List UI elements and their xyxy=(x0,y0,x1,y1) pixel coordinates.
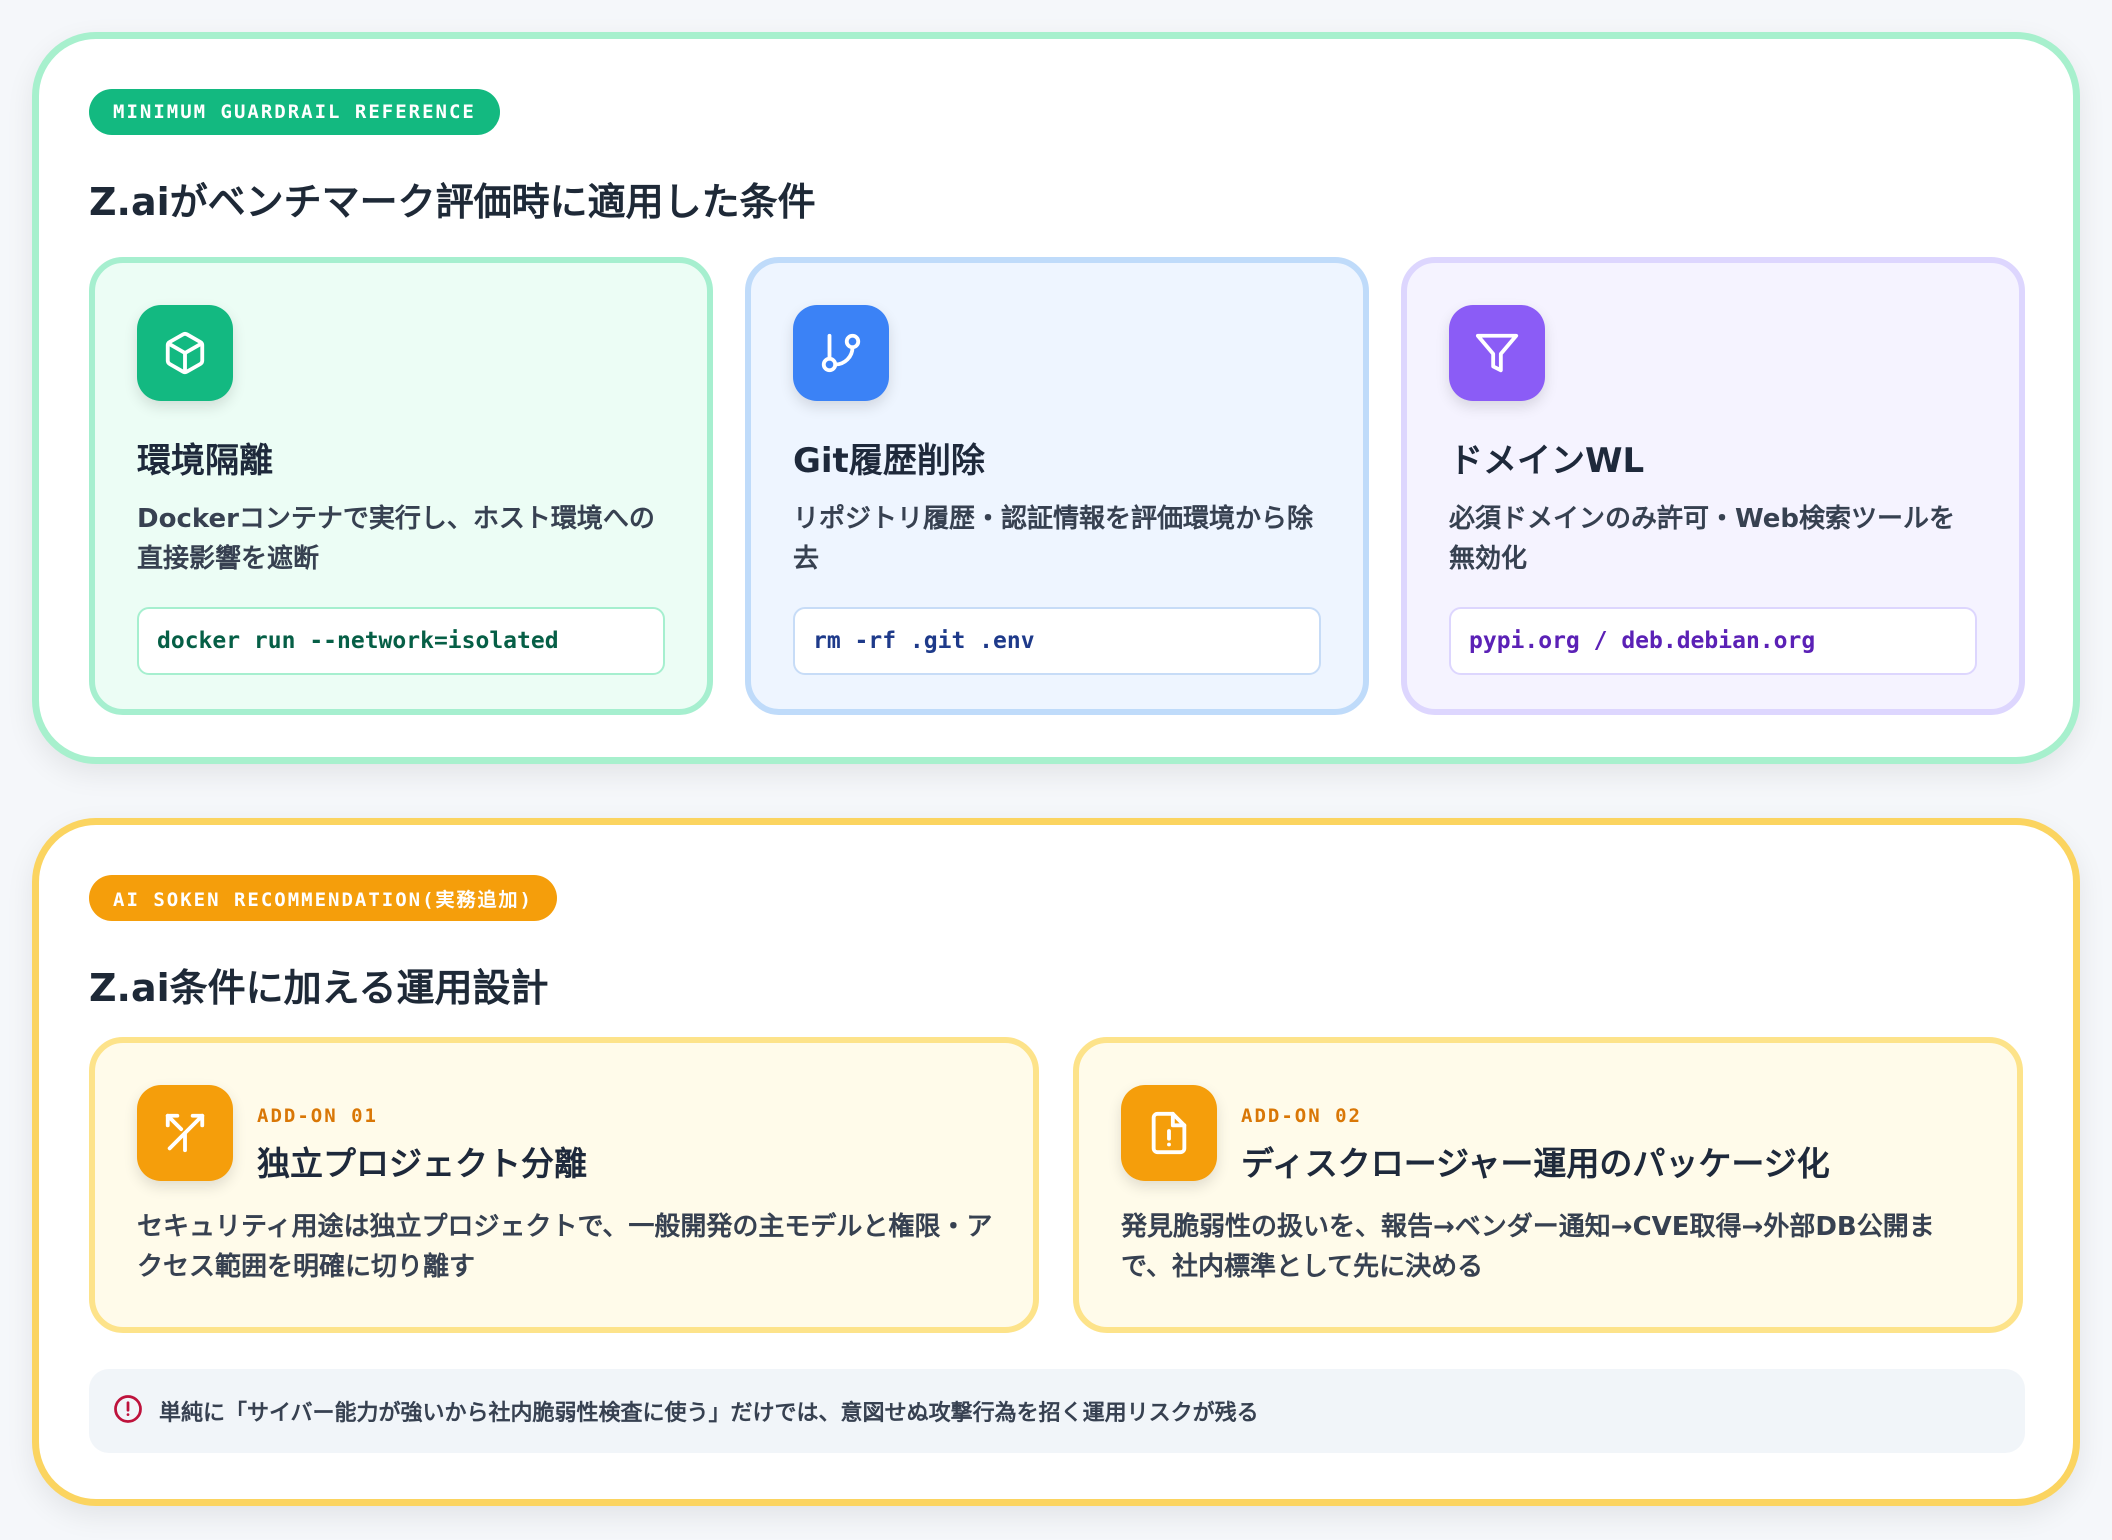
addon-description: セキュリティ用途は独立プロジェクトで、一般開発の主モデルと権限・アクセス範囲を明… xyxy=(137,1212,993,1282)
addon-tag: ADD-ON 02 xyxy=(1241,1105,1362,1127)
recommendation-panel: AI SOKEN RECOMMENDATION(実務追加) Z.ai条件に加える… xyxy=(32,818,2080,1506)
addon-title: ディスクロージャー運用のパッケージ化 xyxy=(1241,1144,1830,1183)
git-history-removal-card: Git履歴削除 リポジトリ履歴・認証情報を評価環境から除去 rm -rf .gi… xyxy=(745,257,1369,715)
card-description: 必須ドメインのみ許可・Web検索ツールを無効化 xyxy=(1449,504,1955,574)
domain-whitelist-card: ドメインWL 必須ドメインのみ許可・Web検索ツールを無効化 pypi.org … xyxy=(1401,257,2025,715)
git-branch-icon xyxy=(793,305,889,401)
addon-card-disclosure: ADD-ON 02 ディスクロージャー運用のパッケージ化 発見脆弱性の扱いを、報… xyxy=(1073,1037,2023,1333)
recommendation-label-badge: AI SOKEN RECOMMENDATION(実務追加) xyxy=(89,875,557,921)
card-description: リポジトリ履歴・認証情報を評価環境から除去 xyxy=(793,504,1314,574)
alert-file-icon xyxy=(1121,1085,1217,1181)
addon-title: 独立プロジェクト分離 xyxy=(257,1144,587,1183)
card-description: Dockerコンテナで実行し、ホスト環境への直接影響を遮断 xyxy=(137,504,655,574)
warning-banner: 単純に「サイバー能力が強いから社内脆弱性検査に使う」だけでは、意図せぬ攻撃行為を… xyxy=(89,1369,2025,1453)
alert-circle-icon xyxy=(113,1394,143,1428)
split-arrow-icon xyxy=(137,1085,233,1181)
addon-card-project-isolation: ADD-ON 01 独立プロジェクト分離 セキュリティ用途は独立プロジェクトで、… xyxy=(89,1037,1039,1333)
recommendation-title: Z.ai条件に加える運用設計 xyxy=(89,966,549,1010)
code-snippet: pypi.org / deb.debian.org xyxy=(1449,607,1977,675)
guardrail-panel: MINIMUM GUARDRAIL REFERENCE Z.aiがベンチマーク評… xyxy=(32,32,2080,764)
code-snippet: docker run --network=isolated xyxy=(137,607,665,675)
addon-description: 発見脆弱性の扱いを、報告→ベンダー通知→CVE取得→外部DB公開まで、社内標準と… xyxy=(1121,1212,1935,1282)
card-title: Git履歴削除 xyxy=(793,441,985,481)
guardrail-label-badge: MINIMUM GUARDRAIL REFERENCE xyxy=(89,89,500,135)
guardrail-title: Z.aiがベンチマーク評価時に適用した条件 xyxy=(89,180,816,224)
card-title: 環境隔離 xyxy=(137,441,273,481)
code-snippet: rm -rf .git .env xyxy=(793,607,1321,675)
cube-icon xyxy=(137,305,233,401)
environment-isolation-card: 環境隔離 Dockerコンテナで実行し、ホスト環境への直接影響を遮断 docke… xyxy=(89,257,713,715)
addon-tag: ADD-ON 01 xyxy=(257,1105,378,1127)
card-title: ドメインWL xyxy=(1449,441,1645,481)
filter-icon xyxy=(1449,305,1545,401)
warning-text: 単純に「サイバー能力が強いから社内脆弱性検査に使う」だけでは、意図せぬ攻撃行為を… xyxy=(159,1401,1259,1426)
